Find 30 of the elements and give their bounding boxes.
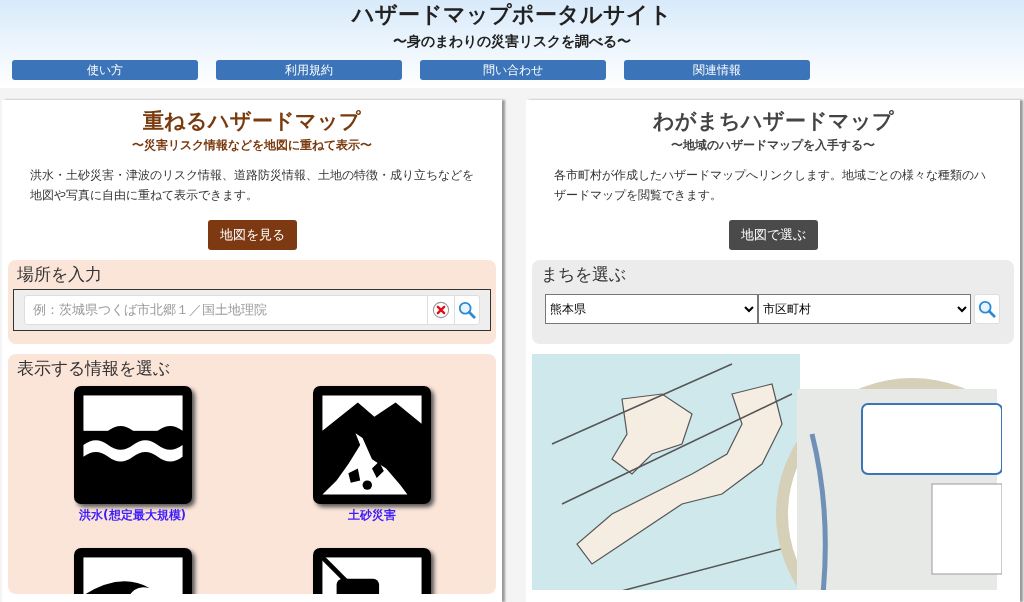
clear-icon — [432, 301, 450, 319]
search-icon — [458, 301, 476, 319]
site-title: ハザードマップポータルサイト — [352, 1, 672, 29]
nav-link[interactable]: 利用規約 — [216, 60, 402, 80]
landslide-icon[interactable] — [312, 386, 431, 504]
prefecture-dropdown[interactable]: 熊本県 — [545, 294, 758, 324]
section-heading: 表示する情報を選ぶ — [16, 357, 171, 380]
search-button[interactable] — [454, 295, 480, 325]
hazard-link[interactable]: 洪水(想定最大規模) — [79, 506, 186, 524]
clear-button[interactable] — [428, 295, 454, 325]
municipality-dropdown[interactable]: 市区町村 — [758, 294, 971, 324]
section-heading: まちを選ぶ — [540, 263, 627, 286]
panel-subtitle: 〜災害リスク情報などを地図に重ねて表示〜 — [131, 137, 373, 154]
place-input-field[interactable]: 例：茨城県つくば市北郷１／国土地理院 — [24, 295, 428, 325]
panel-subtitle: 〜地域のハザードマップを入手する〜 — [670, 137, 876, 154]
map-button[interactable]: 地図を見る — [207, 220, 297, 250]
panel-title: わがまちハザードマップ — [651, 108, 895, 135]
search-button[interactable] — [974, 294, 1000, 324]
panel-title: 重ねるハザードマップ — [142, 108, 362, 135]
nav-link[interactable]: 使い方 — [12, 60, 198, 80]
search-icon — [978, 300, 996, 318]
nav-link[interactable]: 問い合わせ — [420, 60, 606, 80]
site-subtitle: 〜身のまわりの災害リスクを調べる〜 — [393, 32, 631, 51]
hazard-link[interactable]: 土砂災害 — [347, 506, 396, 524]
nav-link[interactable]: 関連情報 — [624, 60, 810, 80]
panel-description: 各市町村が作成したハザードマップへリンクします。地域ごとの様々な種類のハザードマップを閲覧できます。 — [553, 167, 987, 204]
map-button[interactable]: 地図で選ぶ — [728, 220, 818, 250]
panel-description: 洪水・土砂災害・津波のリスク情報、道路防災情報、土地の特徴・成り立ちなどを地図や写真に自由に重ねて表示できます。 — [29, 167, 475, 204]
flood-waves-icon[interactable] — [73, 386, 192, 504]
section-heading: 場所を入力 — [16, 263, 103, 286]
